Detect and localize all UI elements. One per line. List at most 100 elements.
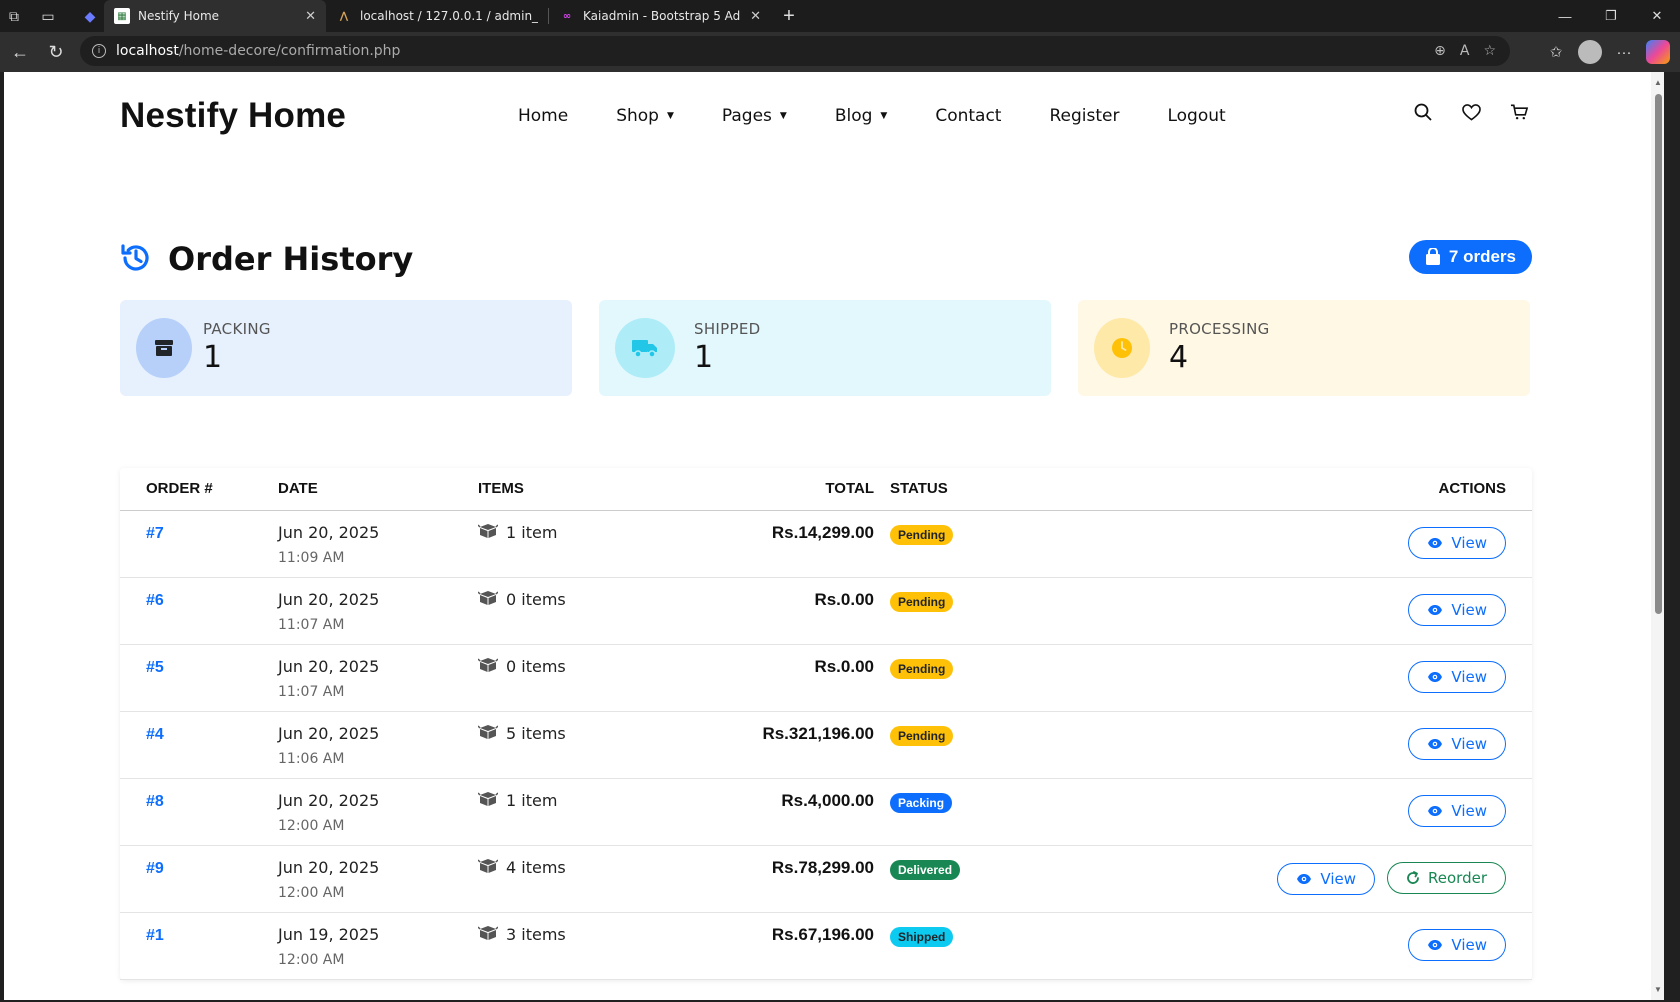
view-order-button[interactable]: View [1408, 526, 1506, 559]
nav-logout[interactable]: Logout [1167, 106, 1225, 126]
nav-home[interactable]: Home [518, 106, 568, 126]
status-badge: Pending [890, 591, 954, 612]
reorder-button[interactable]: Reorder [1387, 861, 1506, 894]
order-time: 12:00 AM [278, 817, 345, 834]
order-total: Rs.67,196.00 [771, 924, 874, 944]
url-host: localhost [116, 43, 179, 59]
shopping-bag-icon [1425, 248, 1440, 265]
box-open-icon [477, 724, 499, 744]
order-total: Rs.321,196.00 [762, 723, 874, 743]
reorder-icon [1406, 870, 1420, 885]
nav-shop[interactable]: Shop ▼ [616, 106, 674, 126]
cart-icon[interactable] [1509, 102, 1529, 122]
table-row: #9 Jun 20, 2025 12:00 AM 4 items Rs.78,299.0… [120, 845, 1532, 913]
box-open-icon [477, 858, 499, 878]
item-count: 1 item [506, 523, 558, 542]
search-icon[interactable] [1413, 102, 1433, 122]
table-row: #7 Jun 20, 2025 11:09 AM 1 item Rs.14,299.00… [120, 510, 1532, 578]
new-tab-icon[interactable]: + [775, 0, 803, 32]
close-tab-icon[interactable]: ✕ [750, 9, 761, 24]
order-date: Jun 19, 2025 [278, 924, 380, 944]
col-order: ORDER # [120, 468, 278, 511]
table-row: #8 Jun 20, 2025 12:00 AM 1 item Rs.4,000.00 P… [120, 778, 1532, 846]
stat-label: PROCESSING [1169, 320, 1270, 338]
window-controls: — ❐ ✕ [1542, 0, 1680, 32]
copilot-icon[interactable] [1646, 40, 1670, 64]
order-link[interactable]: #9 [146, 860, 164, 877]
browser-actions: ✩ ··· [1544, 36, 1670, 68]
view-order-button[interactable]: View [1277, 862, 1376, 895]
status-badge: Packing [890, 792, 953, 813]
zoom-icon[interactable]: ⊕ [1434, 43, 1446, 59]
more-menu-icon[interactable]: ··· [1612, 40, 1636, 64]
item-count: 0 items [506, 657, 566, 676]
scroll-down-arrow-icon[interactable]: ▼ [1654, 985, 1662, 994]
tab-kaiadmin[interactable]: ∞ Kaiadmin - Bootstrap 5 Admin Da ✕ [549, 0, 771, 32]
page-container: Nestify Home Home Shop ▼ Pages ▼ Blog ▼ Con… [120, 72, 1532, 980]
status-badge: Delivered [890, 859, 961, 880]
order-link[interactable]: #8 [146, 793, 164, 810]
refresh-icon[interactable]: ↻ [38, 36, 74, 68]
view-order-button[interactable]: View [1408, 794, 1506, 827]
scroll-up-arrow-icon[interactable]: ▲ [1654, 78, 1662, 87]
order-link[interactable]: #4 [146, 726, 164, 743]
nav-label: Blog [834, 106, 873, 126]
view-order-button[interactable]: View [1408, 660, 1506, 693]
caret-down-icon: ▼ [666, 111, 674, 121]
status-badge: Pending [890, 524, 954, 545]
nav-label: Register [1049, 106, 1120, 126]
order-link[interactable]: #7 [146, 525, 164, 542]
view-label: View [1451, 801, 1487, 820]
order-time: 11:06 AM [278, 750, 345, 767]
url-field[interactable]: i localhost/home-decore/confirmation.php… [80, 36, 1510, 66]
read-aloud-icon[interactable]: A [1460, 43, 1470, 59]
order-time: 12:00 AM [278, 884, 345, 901]
order-date: Jun 20, 2025 [278, 857, 380, 877]
nestify-favicon: ▦ [114, 8, 130, 24]
pinned-tab[interactable]: ◆ [76, 0, 104, 32]
view-label: View [1451, 600, 1487, 619]
page-scrollbar[interactable]: ▲ ▼ [1651, 72, 1664, 1000]
order-time: 11:07 AM [278, 616, 345, 633]
nav-label: Contact [935, 106, 1002, 126]
nav-pages[interactable]: Pages ▼ [722, 106, 787, 126]
view-order-button[interactable]: View [1408, 928, 1506, 961]
order-link[interactable]: #6 [146, 592, 164, 609]
caret-down-icon: ▼ [880, 111, 888, 121]
close-window-icon[interactable]: ✕ [1634, 0, 1680, 32]
view-order-button[interactable]: View [1408, 727, 1506, 760]
stat-circle [136, 318, 192, 378]
tab-nestify-home[interactable]: ▦ Nestify Home ✕ [104, 0, 326, 32]
tab-phpmyadmin[interactable]: ⋀ localhost / 127.0.0.1 / admin_hom [326, 0, 548, 32]
order-link[interactable]: #5 [146, 659, 164, 676]
clock-icon [1112, 338, 1132, 358]
tab-actions-icon[interactable]: ▭ [34, 0, 62, 32]
item-count: 5 items [506, 724, 566, 743]
back-icon[interactable]: ← [2, 36, 38, 68]
brand-logo[interactable]: Nestify Home [120, 96, 346, 136]
nav-blog[interactable]: Blog ▼ [835, 106, 888, 126]
status-badge: Pending [890, 725, 954, 746]
workspaces-icon[interactable]: ⧉ [0, 0, 28, 32]
tab-title: Kaiadmin - Bootstrap 5 Admin Da [583, 9, 741, 23]
order-total: Rs.78,299.00 [771, 857, 874, 877]
site-info-icon[interactable]: i [92, 44, 106, 58]
table-header-row: ORDER # DATE ITEMS TOTAL STATUS ACTIONS [120, 468, 1532, 511]
minimize-icon[interactable]: — [1542, 0, 1588, 32]
view-order-button[interactable]: View [1408, 593, 1506, 626]
status-badge: Pending [890, 658, 954, 679]
order-time: 11:09 AM [278, 549, 345, 566]
nav-label: Pages [721, 106, 772, 126]
nav-contact[interactable]: Contact [935, 106, 1001, 126]
wishlist-heart-icon[interactable] [1461, 102, 1481, 122]
url-actions: ⊕ A ☆ [1434, 36, 1496, 66]
favorites-icon[interactable]: ✩ [1544, 40, 1568, 64]
nav-register[interactable]: Register [1049, 106, 1119, 126]
close-tab-icon[interactable]: ✕ [305, 9, 316, 24]
favorite-star-icon[interactable]: ☆ [1483, 43, 1496, 59]
eye-icon [1427, 939, 1443, 951]
scrollbar-thumb[interactable] [1655, 94, 1662, 614]
order-link[interactable]: #1 [146, 927, 164, 944]
profile-avatar[interactable] [1578, 40, 1602, 64]
restore-icon[interactable]: ❐ [1588, 0, 1634, 32]
